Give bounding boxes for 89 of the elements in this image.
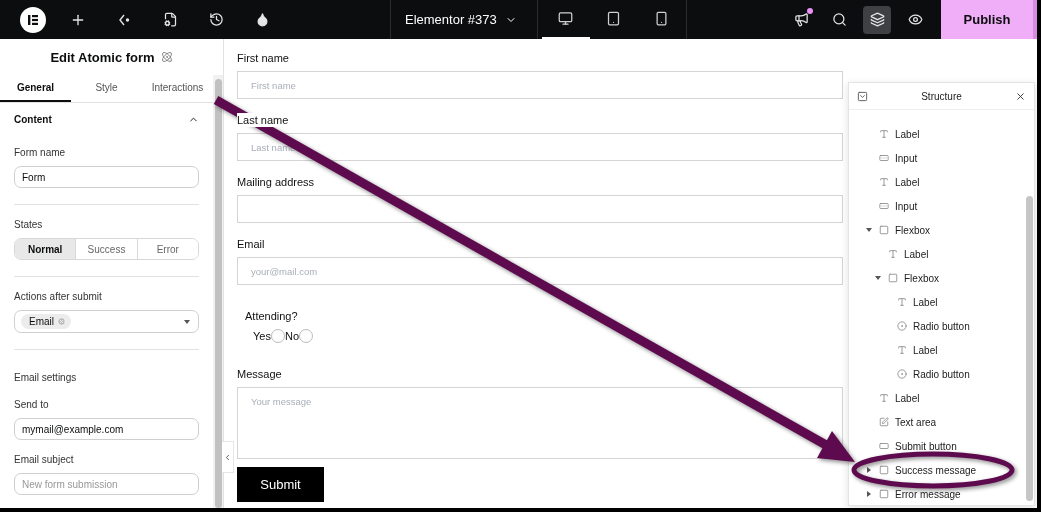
text-icon <box>879 177 889 187</box>
actions-select[interactable]: Email <box>14 310 199 333</box>
square-icon <box>879 465 889 475</box>
scrollbar[interactable] <box>214 79 222 508</box>
panel-tab[interactable]: General <box>0 75 71 102</box>
panel-tab[interactable]: Interactions <box>142 75 213 102</box>
structure-item[interactable]: Label <box>849 386 1025 410</box>
button-icon <box>879 441 889 451</box>
input-icon <box>879 201 889 211</box>
state-toggle[interactable]: Normal <box>15 239 77 259</box>
structure-item[interactable]: Flexbox <box>849 218 1025 242</box>
text-icon <box>888 249 898 259</box>
textarea-icon <box>879 417 889 427</box>
logo-icon[interactable] <box>20 6 46 33</box>
form-input[interactable]: your@mail.com <box>237 257 843 285</box>
desktop-icon <box>558 11 574 26</box>
radio-icon <box>897 321 907 331</box>
text-icon <box>897 297 907 307</box>
form-input[interactable] <box>237 195 843 223</box>
square-icon <box>879 225 889 235</box>
field-label: Form name <box>14 147 67 158</box>
structure-item[interactable]: Label <box>849 338 1025 362</box>
radio-label: No <box>284 330 299 342</box>
field-label: Actions after submit <box>14 291 103 302</box>
structure-item[interactable]: Label <box>849 170 1025 194</box>
eye-icon <box>907 12 923 27</box>
action-chip: Email <box>21 314 71 329</box>
chevron-left-icon <box>223 452 232 462</box>
tablet-icon <box>606 11 622 26</box>
radio-icon <box>897 369 907 379</box>
atom-icon <box>160 51 173 63</box>
structure-title: Structure <box>920 90 963 102</box>
field-label: States <box>14 219 44 230</box>
message-field[interactable]: Your message <box>237 387 843 459</box>
square-icon <box>879 489 889 499</box>
structure-item[interactable]: Flexbox <box>849 266 1025 290</box>
search-icon <box>831 12 847 27</box>
square-icon <box>888 273 898 283</box>
field-label: Email subject <box>14 454 75 465</box>
layers-icon <box>869 12 885 27</box>
structure-item[interactable]: Radio button <box>849 314 1025 338</box>
form-label: Mailing address <box>237 175 315 189</box>
form-label: Attending? <box>245 309 298 323</box>
notification-dot <box>807 7 813 14</box>
panel-tab[interactable]: Style <box>71 75 142 102</box>
form-label: First name <box>237 51 289 65</box>
radio-button[interactable] <box>270 329 285 343</box>
structure-item[interactable]: Label <box>849 122 1025 146</box>
structure-item[interactable]: Input <box>849 146 1025 170</box>
form-label: Last name <box>237 113 289 127</box>
megaphone-icon <box>793 12 809 27</box>
dropdown-caret-icon <box>184 319 190 324</box>
radio-label: Yes <box>253 330 271 342</box>
field-label: Send to <box>14 399 50 410</box>
section-title: Content <box>14 114 52 125</box>
text-icon <box>897 345 907 355</box>
input-icon <box>879 153 889 163</box>
submit-button[interactable]: Submit <box>237 467 324 502</box>
form-name-field[interactable]: Form <box>14 166 199 188</box>
email-subject-field[interactable]: New form submission <box>14 473 199 495</box>
text-icon <box>879 129 889 139</box>
structure-item[interactable]: Label <box>849 242 1025 266</box>
page-title-dropdown[interactable]: Elementor #373 <box>391 0 537 39</box>
structure-item[interactable]: Radio button <box>849 362 1025 386</box>
scrollbar[interactable] <box>1026 196 1033 501</box>
form-label: Message <box>237 367 282 381</box>
structure-item[interactable]: Error message <box>849 482 1025 505</box>
structure-item[interactable]: Submit button <box>849 434 1025 458</box>
structure-item[interactable]: Input <box>849 194 1025 218</box>
structure-item[interactable]: Success message <box>849 458 1025 482</box>
close-icon[interactable] <box>1015 90 1026 102</box>
form-input[interactable]: First name <box>237 71 843 99</box>
send-to-field[interactable]: mymail@example.com <box>14 418 199 440</box>
angle-dot-icon <box>117 12 131 27</box>
radio-button[interactable] <box>299 329 313 343</box>
publish-button[interactable]: Publish <box>941 0 1037 39</box>
droplet-icon <box>254 12 270 27</box>
section-header[interactable]: Content <box>0 103 213 133</box>
history-icon <box>208 12 224 27</box>
collapse-icon[interactable] <box>857 90 868 102</box>
form-label: Email <box>237 237 265 251</box>
panel-title: Edit Atomic form <box>50 49 155 65</box>
file-gear-icon <box>162 12 178 27</box>
structure-item[interactable]: Label <box>849 290 1025 314</box>
structure-item[interactable]: Text area <box>849 410 1025 434</box>
text-icon <box>879 393 889 403</box>
layers-button[interactable] <box>863 5 891 34</box>
phone-icon <box>654 11 670 26</box>
settings-heading: Email settings <box>14 372 78 383</box>
